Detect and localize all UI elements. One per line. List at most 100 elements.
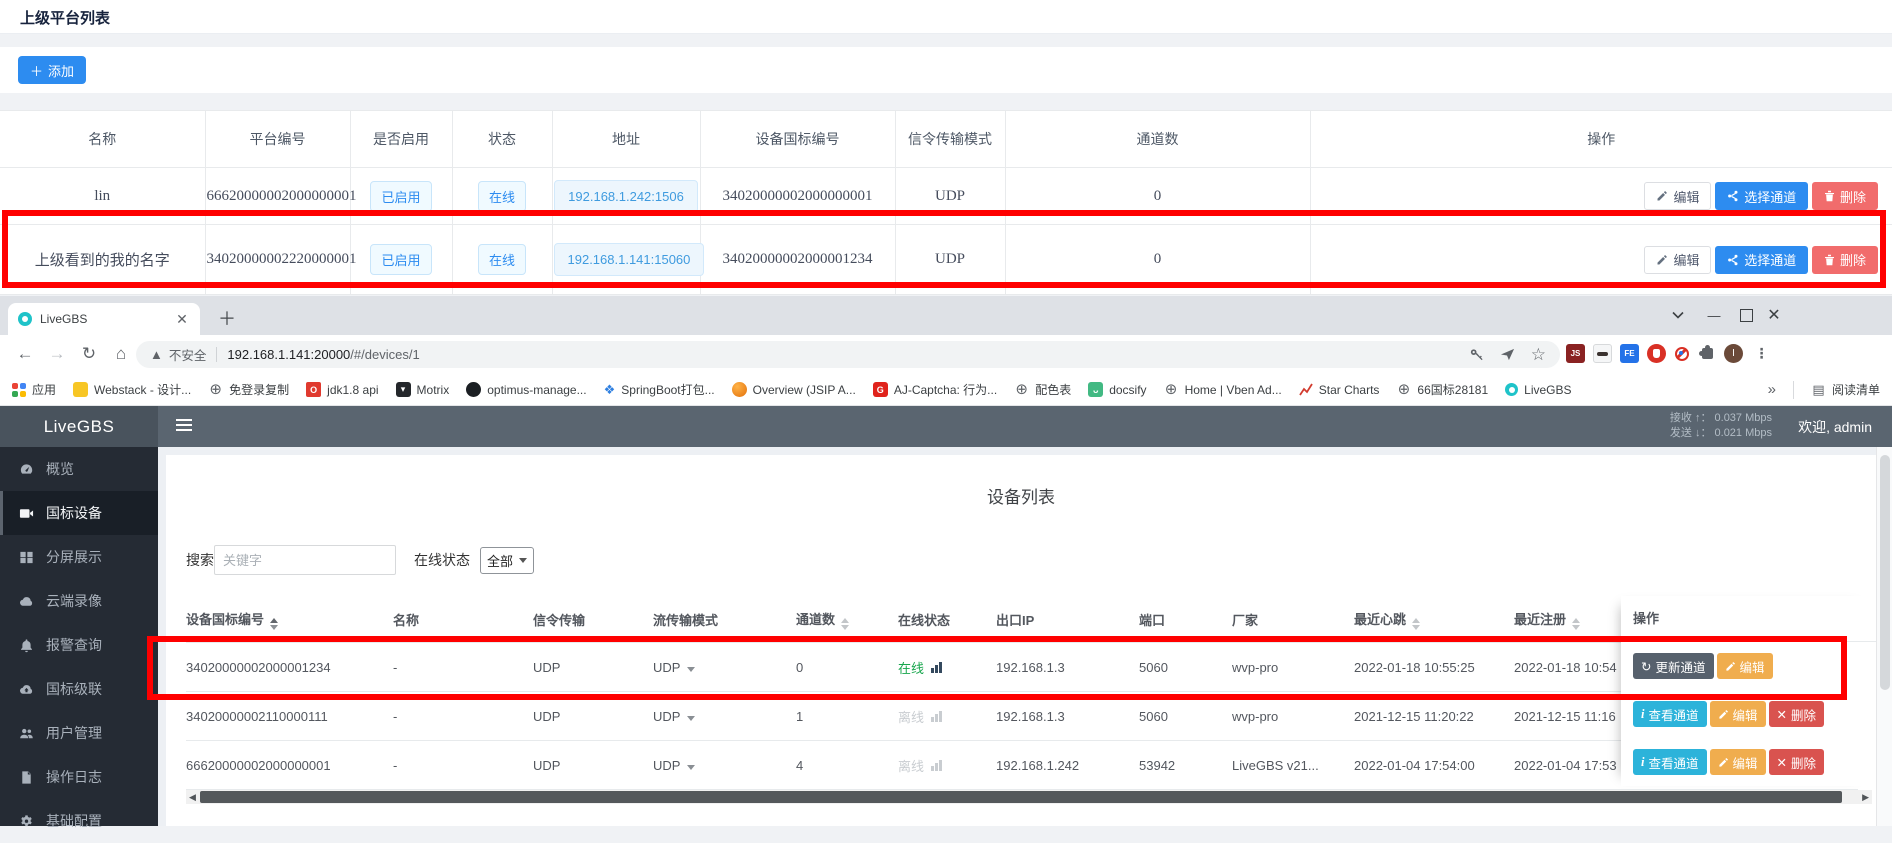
back-button[interactable]: ← [12,341,38,367]
sidebar-item-operation-log[interactable]: 操作日志 [0,755,158,799]
extension-adblock-icon[interactable] [1672,344,1691,363]
bookmark-gb28181[interactable]: ⊕ 66国标28181 [1396,381,1488,398]
sidebar-item-user-management[interactable]: 用户管理 [0,711,158,755]
sidebar-item-cloud-record[interactable]: 云端录像 [0,579,158,623]
bookmarks-overflow-chevron[interactable]: » [1768,381,1776,398]
horizontal-scrollbar-thumb[interactable] [200,791,1842,803]
address-bar[interactable]: ▲ 不安全 192.168.1.141:20000 /#/devices/1 ☆ [136,341,1560,368]
window-maximize-button[interactable] [1732,302,1760,328]
device-table-header-row: 设备国标编号 名称 信令传输 流传输模式 通道数 在线状态 出口IP 端口 厂家… [186,596,1858,643]
extension-fe-icon[interactable]: FE [1620,344,1639,363]
window-minimize-button[interactable]: — [1700,302,1728,328]
edit-device-button[interactable]: 编辑 [1710,749,1766,775]
delete-button[interactable]: 删除 [1812,246,1878,274]
sidebar-item-alarm-query[interactable]: 报警查询 [0,623,158,667]
home-button[interactable]: ⌂ [108,341,134,367]
edit-button[interactable]: 编辑 [1644,246,1711,274]
stream-mode-dropdown[interactable]: UDP [653,692,796,741]
bookmark-webstack[interactable]: Webstack - 设计... [73,381,191,398]
bar-chart-icon[interactable] [931,662,942,673]
col-channels[interactable]: 通道数 [796,596,898,643]
device-row-actions: i 查看通道 编辑 ✕ 删除 [1633,749,1824,775]
bookmark-apps[interactable]: 应用 [12,381,56,398]
bookmark-color-table[interactable]: ⊕ 配色表 [1014,381,1071,398]
view-channels-button[interactable]: i 查看通道 [1633,749,1707,775]
vertical-scrollbar-thumb[interactable] [1880,455,1890,690]
browser-menu-icon[interactable]: ⋮ [1752,344,1771,363]
tab-search-chevron-icon[interactable] [1664,302,1692,328]
delete-device-button[interactable]: ✕ 删除 [1769,701,1825,727]
select-channel-button[interactable]: 选择通道 [1715,246,1808,274]
channel-count: 1 [796,692,898,741]
sort-icon[interactable] [1572,618,1580,630]
last-heartbeat: 2022-01-04 17:54:00 [1354,741,1514,790]
reading-list-button[interactable]: ▤ 阅读清单 [1811,381,1880,398]
vertical-scrollbar[interactable] [1876,447,1892,826]
bookmark-aj-captcha[interactable]: G AJ-Captcha: 行为... [873,381,997,398]
bookmark-optimus-manage[interactable]: optimus-manage... [466,382,586,397]
extension-jsonview-icon[interactable]: JS [1566,344,1585,363]
col-port: 端口 [1139,596,1232,643]
extension-stop-hand-icon[interactable] [1647,344,1666,363]
online-status-select[interactable]: 全部 [480,547,534,574]
scroll-left-arrow-icon[interactable]: ◀ [189,792,196,803]
sort-icon[interactable] [270,618,278,630]
sidebar-item-gb-cascade[interactable]: 国标级联 [0,667,158,711]
select-channel-button[interactable]: 选择通道 [1715,182,1808,210]
share-icon [1727,254,1739,266]
edit-device-button[interactable]: 编辑 [1710,701,1766,727]
bookmark-vben-admin[interactable]: ⊕ Home | Vben Ad... [1164,382,1282,397]
pencil-icon [1725,661,1736,672]
welcome-user[interactable]: 欢迎, admin [1798,417,1872,437]
key-icon[interactable] [1469,347,1484,362]
last-heartbeat: 2021-12-15 11:20:22 [1354,692,1514,741]
sidebar-item-basic-config[interactable]: 基础配置 [0,799,158,843]
add-platform-button[interactable]: ＋ 添加 [18,56,86,84]
scroll-right-arrow-icon[interactable]: ▶ [1862,792,1869,803]
extension-incognito-icon[interactable] [1593,344,1612,363]
col-device-gbid[interactable]: 设备国标编号 [186,596,393,643]
delete-device-button[interactable]: ✕ 删除 [1769,749,1825,775]
extensions-puzzle-icon[interactable] [1698,344,1717,363]
view-channels-button[interactable]: i 查看通道 [1633,701,1707,727]
delete-button[interactable]: 删除 [1812,182,1878,210]
sort-icon[interactable] [1412,618,1420,630]
url-divider [216,347,217,362]
bookmark-jsip-overview[interactable]: Overview (JSIP A... [732,382,856,397]
send-icon[interactable] [1500,347,1515,362]
update-channels-button[interactable]: ↻ 更新通道 [1633,653,1714,679]
forward-button[interactable]: → [44,341,70,367]
sidebar-item-overview[interactable]: 概览 [0,447,158,491]
col-last-heartbeat[interactable]: 最近心跳 [1354,596,1514,643]
bookmark-nologin-copy[interactable]: ⊕ 免登录复制 [208,381,289,398]
search-input[interactable] [214,545,396,575]
browser-tab-livegbs[interactable]: LiveGBS ✕ [8,303,200,335]
bookmark-springboot[interactable]: ❖ SpringBoot打包... [604,381,715,398]
window-close-button[interactable]: ✕ [1760,302,1788,328]
stream-mode-dropdown[interactable]: UDP [653,643,796,692]
tab-close-icon[interactable]: ✕ [174,311,190,328]
bookmark-jdk-api[interactable]: O jdk1.8 api [306,382,378,397]
col-egress-ip: 出口IP [996,596,1139,643]
device-row-actions: ↻ 更新通道 编辑 [1633,653,1773,679]
profile-avatar[interactable]: I [1724,344,1743,363]
sidebar-toggle-hamburger-icon[interactable] [176,419,192,431]
new-tab-button[interactable]: ＋ [214,305,240,331]
edit-button[interactable]: 编辑 [1644,182,1711,210]
bookmark-docsify[interactable]: ᴗ docsify [1088,382,1146,397]
bookmark-star-icon[interactable]: ☆ [1531,345,1546,365]
x-icon: ✕ [1777,707,1787,722]
reload-button[interactable]: ↻ [76,341,102,367]
page-title: 上级平台列表 [20,7,110,28]
edit-device-button[interactable]: 编辑 [1717,653,1773,679]
horizontal-scrollbar[interactable]: ◀ ▶ [186,790,1872,804]
stream-mode-dropdown[interactable]: UDP [653,741,796,790]
sidebar-item-split-screen[interactable]: 分屏展示 [0,535,158,579]
bookmark-livegbs[interactable]: LiveGBS [1505,383,1571,397]
sort-icon[interactable] [841,618,849,630]
col-address: 地址 [552,111,700,168]
livegbs-logo[interactable]: LiveGBS [0,406,158,447]
sidebar-item-gb-devices[interactable]: 国标设备 [0,491,158,535]
bookmark-motrix[interactable]: ▾ Motrix [396,382,450,397]
bookmark-star-charts[interactable]: Star Charts [1299,383,1380,397]
